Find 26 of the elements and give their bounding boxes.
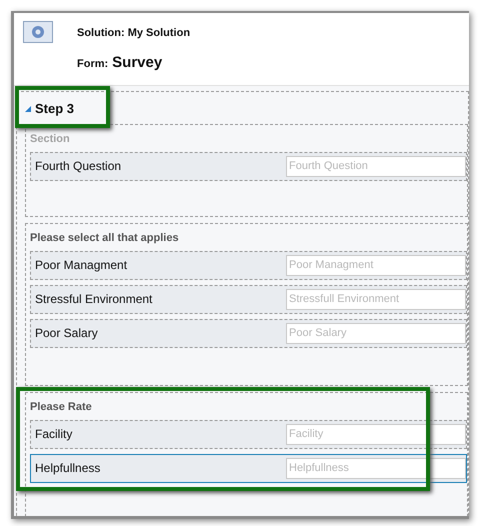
input-field[interactable]: Poor Salary xyxy=(286,322,466,344)
field-label: Poor Managment xyxy=(35,257,128,274)
field-label: Facility xyxy=(35,426,74,443)
field-label: Fourth Question xyxy=(35,158,122,175)
input-field[interactable]: Fourth Question xyxy=(286,156,466,176)
field-label: Stressful Environment xyxy=(35,291,154,308)
input-field[interactable]: Poor Managment xyxy=(286,254,466,276)
solution-title: Solution: My Solution xyxy=(77,26,190,41)
expanded-triangle-icon xyxy=(25,106,31,112)
section-title: Please Rate xyxy=(30,400,93,415)
form-field[interactable]: Fourth Question Fourth Question xyxy=(30,152,467,180)
form-field[interactable]: Poor Salary Poor Salary xyxy=(30,318,467,348)
input-field[interactable]: Helpfullness xyxy=(286,458,466,478)
input-field[interactable]: Stressfull Environment xyxy=(286,288,466,310)
input-field[interactable]: Facility xyxy=(286,424,466,444)
section-title: Section xyxy=(30,132,71,147)
field-label: Helpfullness xyxy=(35,460,102,477)
form-field[interactable]: Stressful Environment Stressfull Environment xyxy=(30,284,467,314)
section-title: Please select all that applies xyxy=(30,231,180,246)
tab-header[interactable]: Step 3 xyxy=(25,100,74,118)
form-name: Survey xyxy=(112,52,162,72)
field-label: Poor Salary xyxy=(35,325,99,342)
form-field[interactable]: Poor Managment Poor Managment xyxy=(30,250,467,280)
form-field[interactable]: Facility Facility xyxy=(30,420,467,448)
form-label: Form: xyxy=(77,56,108,72)
form-field[interactable]: Helpfullness Helpfullness xyxy=(30,454,467,482)
